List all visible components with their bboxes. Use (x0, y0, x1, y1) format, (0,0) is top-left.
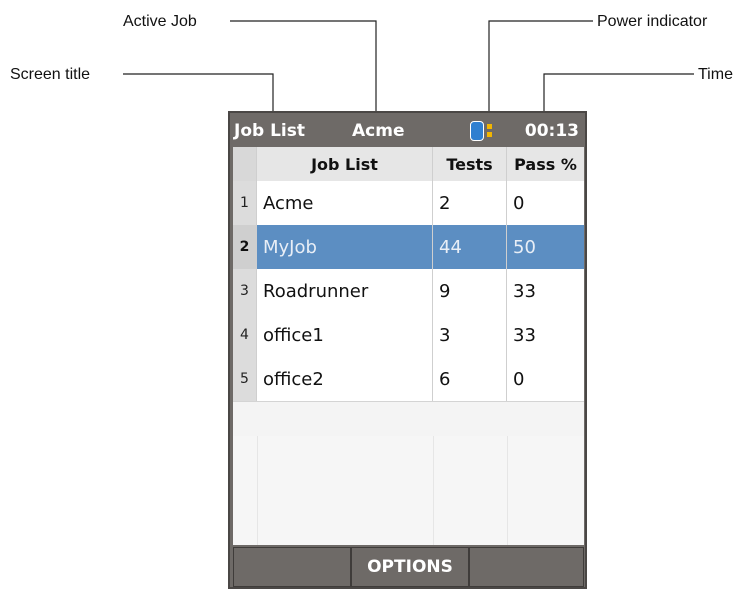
row-number: 3 (233, 269, 257, 313)
table-row[interactable]: 5 office2 6 0 (233, 357, 584, 402)
job-pass-percent: 0 (513, 192, 525, 214)
softkey-left[interactable] (233, 547, 351, 587)
job-name: Roadrunner (257, 269, 433, 313)
job-tests: 2 (433, 181, 507, 225)
table-row[interactable]: 3 Roadrunner 9 33 (233, 269, 584, 314)
time-callout: Time (698, 66, 733, 83)
table-row[interactable]: 1 Acme 2 0 (233, 181, 584, 226)
battery-power-icon (470, 121, 492, 141)
job-pass-percent: 0 (513, 368, 525, 390)
status-bar: Job List Acme 00:13 (230, 113, 585, 147)
job-tests: 3 (433, 313, 507, 357)
header-job-list[interactable]: Job List (257, 147, 433, 181)
job-pass-percent: 50 (513, 236, 536, 258)
active-job-leader (230, 20, 377, 117)
softkey-right[interactable] (469, 547, 584, 587)
power-indicator-leader (488, 20, 593, 117)
job-pass-percent: 33 (513, 324, 536, 346)
header-row-number (233, 147, 257, 181)
power-indicator-callout: Power indicator (597, 13, 708, 30)
time-display: 00:13 (524, 121, 579, 141)
row-number: 2 (233, 225, 257, 269)
job-name: Acme (257, 181, 433, 225)
options-softkey[interactable]: OPTIONS (351, 547, 469, 587)
empty-list-area (233, 436, 584, 545)
screen-title: Job List (234, 121, 305, 141)
device-screen: Job List Acme 00:13 Job List Tests Pass … (228, 111, 587, 589)
job-tests: 9 (433, 269, 507, 313)
job-pass-percent: 33 (513, 280, 536, 302)
row-number: 4 (233, 313, 257, 357)
job-tests: 6 (433, 357, 507, 401)
header-tests[interactable]: Tests (433, 147, 507, 181)
job-name: office1 (257, 313, 433, 357)
row-number: 1 (233, 181, 257, 225)
row-number: 5 (233, 357, 257, 401)
header-pass-percent[interactable]: Pass % (507, 147, 584, 181)
screen-title-callout: Screen title (10, 66, 91, 83)
job-list-table: Job List Tests Pass % 1 Acme 2 0 2 MyJob… (233, 147, 584, 545)
job-tests: 44 (433, 225, 507, 269)
table-header: Job List Tests Pass % (233, 147, 584, 182)
active-job-callout: Active Job (123, 13, 197, 30)
job-name: MyJob (257, 225, 433, 269)
table-row[interactable]: 2 MyJob 44 50 (233, 225, 584, 270)
softkey-bar: OPTIONS (233, 547, 584, 587)
job-name: office2 (257, 357, 433, 401)
active-job-name: Acme (352, 121, 405, 141)
table-row[interactable]: 4 office1 3 33 (233, 313, 584, 358)
